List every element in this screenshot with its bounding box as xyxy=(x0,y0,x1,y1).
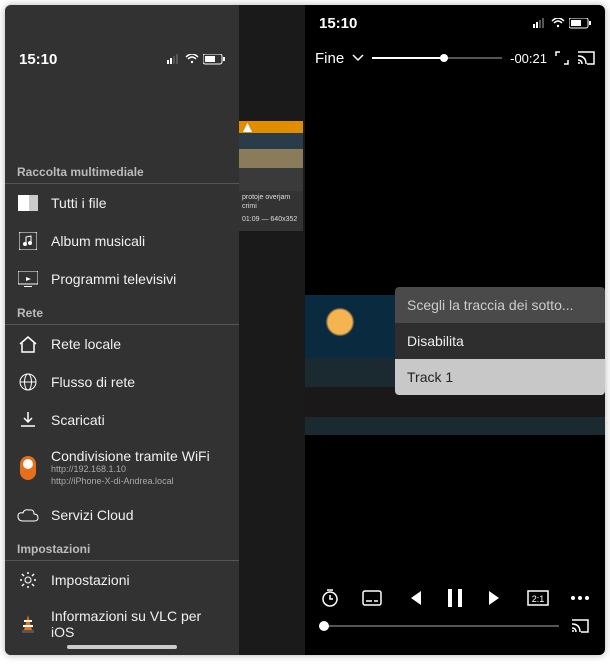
thumbnail-meta: 01:09 — 640x352 xyxy=(239,213,303,226)
previous-icon[interactable] xyxy=(402,587,424,609)
signal-icon xyxy=(533,18,547,28)
progress-slider[interactable] xyxy=(372,57,502,59)
seek-slider[interactable] xyxy=(319,625,559,627)
menu-network-stream[interactable]: Flusso di rete xyxy=(5,363,239,401)
thumbnail-image xyxy=(239,133,303,191)
media-library-column: protoje overjam crimi 01:09 — 640x352 xyxy=(239,5,305,655)
pause-icon[interactable] xyxy=(444,587,466,609)
files-icon xyxy=(17,193,39,213)
vlc-cone-icon xyxy=(243,123,252,132)
menu-tv[interactable]: Programmi televisivi xyxy=(5,260,239,298)
wifi-url-1: http://192.168.1.10 xyxy=(51,464,210,476)
menu-screenshot: protoje overjam crimi 01:09 — 640x352 15… xyxy=(5,5,305,655)
svg-text:2:1: 2:1 xyxy=(532,594,545,604)
subtitle-option-track1[interactable]: Track 1 xyxy=(395,359,605,395)
menu-label: Impostazioni xyxy=(51,572,130,588)
section-settings-header: Impostazioni xyxy=(5,534,239,561)
subtitle-menu: Scegli la traccia dei sotto... Disabilit… xyxy=(395,287,605,395)
menu-label: Scaricati xyxy=(51,412,105,428)
menu-label: Programmi televisivi xyxy=(51,271,176,287)
cast-icon[interactable] xyxy=(577,51,595,65)
home-indicator[interactable] xyxy=(67,645,177,649)
menu-label: Informazioni su VLC per iOS xyxy=(51,608,227,640)
section-media-header: Raccolta multimediale xyxy=(5,157,239,184)
menu-about[interactable]: Informazioni su VLC per iOS xyxy=(5,599,239,649)
menu-label: Flusso di rete xyxy=(51,374,135,390)
menu-label: Album musicali xyxy=(51,233,145,249)
menu-cloud[interactable]: Servizi Cloud xyxy=(5,496,239,534)
status-bar: 15:10 xyxy=(5,41,239,77)
chevron-down-icon[interactable] xyxy=(352,54,364,62)
download-icon xyxy=(17,410,39,430)
side-menu: 15:10 Raccolta multimediale Tutti i file… xyxy=(5,5,239,655)
music-icon xyxy=(17,231,39,251)
battery-icon xyxy=(203,54,225,65)
menu-downloads[interactable]: Scaricati xyxy=(5,401,239,439)
done-button[interactable]: Fine xyxy=(315,50,344,67)
globe-icon xyxy=(17,372,39,392)
sleep-timer-icon[interactable] xyxy=(319,587,341,609)
menu-label: Servizi Cloud xyxy=(51,507,133,523)
more-icon[interactable] xyxy=(569,587,591,609)
stage-light xyxy=(323,305,357,339)
section-network-header: Rete xyxy=(5,298,239,325)
clock: 15:10 xyxy=(319,15,357,32)
time-remaining: -00:21 xyxy=(510,51,547,66)
menu-label: Condivisione tramite WiFi xyxy=(51,448,210,464)
menu-all-files[interactable]: Tutti i file xyxy=(5,184,239,222)
cast-icon[interactable] xyxy=(569,615,591,637)
cloud-icon xyxy=(17,505,39,525)
subtitle-menu-title: Scegli la traccia dei sotto... xyxy=(395,287,605,323)
video-thumbnail[interactable]: protoje overjam crimi 01:09 — 640x352 xyxy=(239,121,303,231)
fullscreen-icon[interactable] xyxy=(555,51,569,65)
wifi-icon xyxy=(551,18,565,28)
menu-label: Rete locale xyxy=(51,336,121,352)
gear-icon xyxy=(17,570,39,590)
player-screenshot: 15:10 Fine -00:21 Scegli la traccia dei … xyxy=(305,5,605,655)
clock: 15:10 xyxy=(19,51,57,68)
tv-icon xyxy=(17,269,39,289)
home-icon xyxy=(17,334,39,354)
menu-label: Tutti i file xyxy=(51,195,107,211)
player-top-bar: Fine -00:21 xyxy=(305,41,605,75)
wifi-toggle-icon xyxy=(17,458,39,478)
subtitles-icon[interactable] xyxy=(361,587,383,609)
status-icons xyxy=(167,54,225,65)
thumbnail-title: protoje overjam crimi xyxy=(239,191,303,213)
status-icons xyxy=(533,18,591,29)
next-icon[interactable] xyxy=(486,587,508,609)
bottom-seek-bar xyxy=(319,615,591,637)
menu-settings[interactable]: Impostazioni xyxy=(5,561,239,599)
status-bar: 15:10 xyxy=(305,5,605,41)
battery-icon xyxy=(569,18,591,29)
menu-wifi-sharing[interactable]: Condivisione tramite WiFi http://192.168… xyxy=(5,439,239,496)
vlc-cone-icon xyxy=(17,614,39,634)
wifi-icon xyxy=(185,54,199,64)
aspect-ratio-icon[interactable]: 2:1 xyxy=(527,587,549,609)
subtitle-option-disable[interactable]: Disabilita xyxy=(395,323,605,359)
menu-albums[interactable]: Album musicali xyxy=(5,222,239,260)
wifi-url-2: http://iPhone-X-di-Andrea.local xyxy=(51,476,210,488)
menu-local-network[interactable]: Rete locale xyxy=(5,325,239,363)
player-controls: 2:1 xyxy=(305,587,605,609)
signal-icon xyxy=(167,54,181,64)
